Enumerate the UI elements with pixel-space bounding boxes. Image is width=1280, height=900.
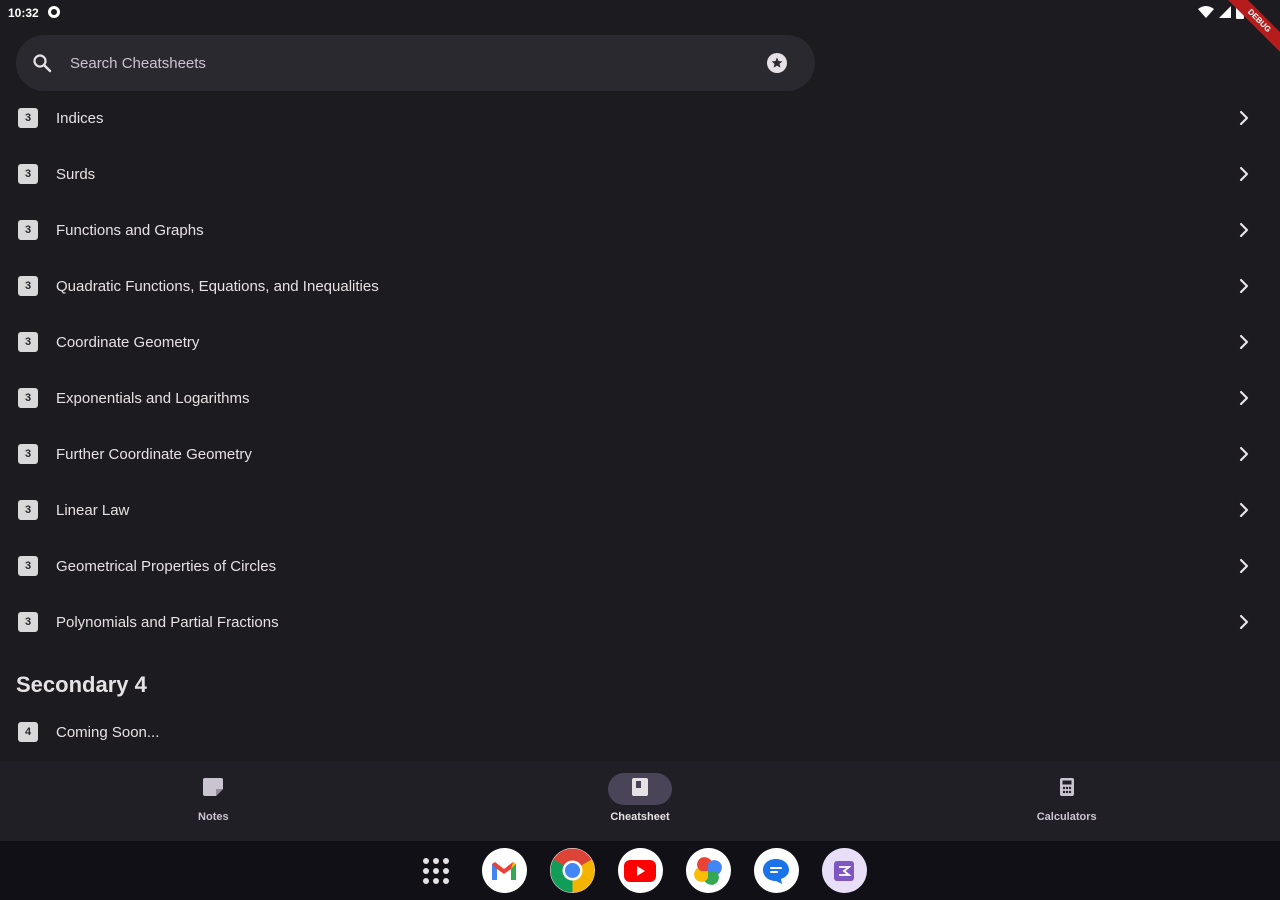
app-icon[interactable] xyxy=(821,848,867,893)
level-badge-icon: 4 xyxy=(18,722,38,742)
bottom-navigation: Notes Cheatsheet Calculators xyxy=(0,761,1280,841)
nav-label: Cheatsheet xyxy=(610,811,670,823)
section-header-secondary-4: Secondary 4 xyxy=(16,672,147,697)
wifi-icon xyxy=(1198,5,1214,22)
search-bar[interactable] xyxy=(16,35,815,91)
chevron-right-icon xyxy=(1234,556,1254,576)
photos-icon[interactable] xyxy=(685,848,731,893)
secondary-4-list: 4 Coming Soon... xyxy=(0,704,1280,760)
level-badge-icon: 3 xyxy=(18,164,38,184)
notes-icon xyxy=(202,777,224,802)
nav-pill xyxy=(181,773,245,805)
nav-item-notes[interactable]: Notes xyxy=(0,761,427,841)
list-item[interactable]: 3 Further Coordinate Geometry xyxy=(0,426,1280,482)
messages-icon[interactable] xyxy=(753,848,799,893)
topic-list: 3 Indices 3 Surds 3 Functions and Graphs 3 Quad… xyxy=(0,90,1280,650)
list-item-label: Exponentials and Logarithms xyxy=(56,389,250,407)
favorite-star-icon[interactable] xyxy=(765,51,789,75)
search-input[interactable] xyxy=(70,54,765,72)
status-bar: 10:32 DEBUG xyxy=(0,0,1280,58)
chrome-icon[interactable] xyxy=(549,848,595,893)
list-item-label: Coming Soon... xyxy=(56,723,160,741)
list-item[interactable]: 3 Surds xyxy=(0,146,1280,202)
all-apps-icon[interactable] xyxy=(414,848,459,893)
nav-item-calculators[interactable]: Calculators xyxy=(853,761,1280,841)
list-item-label: Linear Law xyxy=(56,501,130,519)
list-item[interactable]: 3 Functions and Graphs xyxy=(0,202,1280,258)
youtube-icon[interactable] xyxy=(617,848,663,893)
list-item-label: Polynomials and Partial Fractions xyxy=(56,613,279,631)
list-item[interactable]: 3 Linear Law xyxy=(0,482,1280,538)
gmail-icon[interactable] xyxy=(481,848,527,893)
signal-icon xyxy=(1218,5,1232,22)
chevron-right-icon xyxy=(1234,220,1254,240)
nav-item-cheatsheet[interactable]: Cheatsheet xyxy=(427,761,854,841)
level-badge-icon: 3 xyxy=(18,108,38,128)
nav-label: Notes xyxy=(198,811,229,823)
level-badge-icon: 3 xyxy=(18,444,38,464)
list-item-label: Geometrical Properties of Circles xyxy=(56,557,277,575)
level-badge-icon: 3 xyxy=(18,220,38,240)
chevron-right-icon xyxy=(1234,500,1254,520)
list-item[interactable]: 3 Geometrical Properties of Circles xyxy=(0,538,1280,594)
list-item[interactable]: 3 Coordinate Geometry xyxy=(0,314,1280,370)
list-item-label: Surds xyxy=(56,165,96,183)
chevron-right-icon xyxy=(1234,388,1254,408)
chevron-right-icon xyxy=(1234,444,1254,464)
list-item[interactable]: 3 Indices xyxy=(0,90,1280,146)
level-badge-icon: 3 xyxy=(18,556,38,576)
level-badge-icon: 3 xyxy=(18,388,38,408)
list-item-label: Indices xyxy=(56,109,104,127)
level-badge-icon: 3 xyxy=(18,500,38,520)
level-badge-icon: 3 xyxy=(18,332,38,352)
calculator-icon xyxy=(1059,777,1075,802)
list-item[interactable]: 4 Coming Soon... xyxy=(0,704,1280,760)
list-item[interactable]: 3 Quadratic Functions, Equations, and Ine… xyxy=(0,258,1280,314)
status-notification-icon xyxy=(47,5,61,22)
nav-label: Calculators xyxy=(1036,811,1097,823)
nav-pill-active xyxy=(608,773,672,805)
list-item-label: Coordinate Geometry xyxy=(56,333,200,351)
list-item-label: Further Coordinate Geometry xyxy=(56,445,252,463)
level-badge-icon: 3 xyxy=(18,612,38,632)
nav-pill xyxy=(1035,773,1099,805)
list-item-label: Quadratic Functions, Equations, and Ineq… xyxy=(56,277,379,295)
list-item[interactable]: 3 Polynomials and Partial Fractions xyxy=(0,594,1280,650)
chevron-right-icon xyxy=(1234,332,1254,352)
status-time: 10:32 xyxy=(8,6,39,20)
chevron-right-icon xyxy=(1234,164,1254,184)
cheatsheet-icon xyxy=(631,777,649,802)
search-icon[interactable] xyxy=(32,53,52,73)
chevron-right-icon xyxy=(1234,108,1254,128)
chevron-right-icon xyxy=(1234,612,1254,632)
level-badge-icon: 3 xyxy=(18,276,38,296)
list-item-label: Functions and Graphs xyxy=(56,221,204,239)
screen: 10:32 DEBUG Search Cheatsheets 3 Indices… xyxy=(0,0,1280,900)
taskbar xyxy=(0,841,1280,900)
chevron-right-icon xyxy=(1234,276,1254,296)
list-item[interactable]: 3 Exponentials and Logarithms xyxy=(0,370,1280,426)
